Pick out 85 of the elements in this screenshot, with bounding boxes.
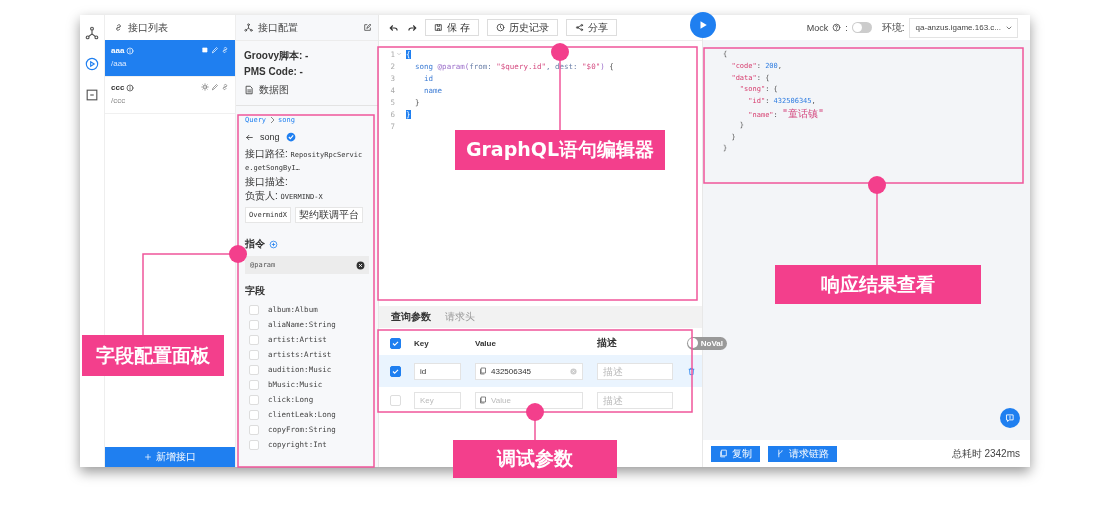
interface-name: aaa <box>111 46 125 55</box>
tag: 契约联调平台 <box>294 207 363 223</box>
panel-title: 接口配置 <box>258 20 299 35</box>
help-icon <box>832 23 842 32</box>
callout-dot <box>526 403 544 421</box>
bug-icon <box>201 83 209 91</box>
toolbar-button[interactable]: 分享 <box>565 19 617 36</box>
redo-icon[interactable] <box>407 22 417 33</box>
callout-label: 调试参数 <box>453 440 617 478</box>
action-button[interactable]: 请求链路 <box>768 445 837 462</box>
share-icon <box>574 23 584 32</box>
trash-icon[interactable] <box>687 366 696 376</box>
key-field[interactable]: Key <box>414 391 461 409</box>
checkbox[interactable] <box>390 337 401 349</box>
graph-icon[interactable] <box>85 26 99 40</box>
run-button[interactable] <box>690 12 716 38</box>
graph-icon <box>244 23 253 32</box>
play-icon[interactable] <box>85 57 99 71</box>
environment-label: 环境: <box>881 20 905 35</box>
callout-dot <box>868 176 886 194</box>
edit-icon <box>363 23 372 32</box>
add-circle-icon[interactable] <box>269 239 278 249</box>
pencil-icon <box>211 83 219 91</box>
info-icon <box>126 83 135 92</box>
separator: : <box>845 22 848 33</box>
file-icon <box>244 85 254 95</box>
close-icon[interactable] <box>356 260 365 270</box>
environment-select[interactable]: qa-anzus.igame.163.c... <box>908 17 1018 38</box>
key-field[interactable]: id <box>414 362 461 380</box>
link-icon <box>114 23 123 32</box>
chat-button[interactable] <box>1000 408 1020 428</box>
section-title: 指令 <box>245 237 265 251</box>
interface-item[interactable]: ccc /ccc <box>105 77 235 114</box>
value-field[interactable]: Value <box>475 391 583 409</box>
callout-dot <box>229 245 247 263</box>
column-header: Value <box>475 338 497 348</box>
interface-name: ccc <box>111 83 125 92</box>
elapsed-time: 总耗时 2342ms <box>951 446 1020 461</box>
interface-item[interactable]: aaa /aaa <box>105 40 235 77</box>
panel-title: 接口列表 <box>128 20 168 35</box>
undo-icon[interactable] <box>389 22 399 33</box>
mock-switch[interactable] <box>851 22 872 33</box>
value-field[interactable]: 432506345 <box>475 362 583 380</box>
config-info: Groovy脚本: - <box>244 50 310 61</box>
action-button[interactable]: 复制 <box>711 445 760 462</box>
copy-icon <box>479 396 487 404</box>
info-icon <box>126 46 135 55</box>
tab[interactable]: 查询参数 <box>391 310 431 324</box>
callout-label: GraphQL语句编辑器 <box>455 130 665 170</box>
checkbox[interactable] <box>390 365 401 377</box>
plus-icon <box>144 453 152 461</box>
toolbar-button[interactable]: 历史记录 <box>486 19 558 36</box>
link-icon <box>221 83 229 91</box>
chat-icon <box>1005 413 1015 423</box>
config-info: PMS Code: - <box>244 66 304 77</box>
type-name: song <box>260 132 280 142</box>
callout-label: 响应结果查看 <box>775 265 981 304</box>
back-arrow-icon <box>245 132 254 142</box>
clear-icon[interactable] <box>570 367 577 375</box>
link-icon <box>221 46 229 54</box>
copy-icon <box>479 367 487 375</box>
column-header: Key <box>414 338 430 348</box>
play-icon <box>698 20 708 30</box>
save-icon <box>434 23 443 32</box>
section-title: 数据图 <box>259 83 289 97</box>
interface-path: /aaa <box>111 59 128 68</box>
clock-icon <box>495 23 505 32</box>
section-title: 字段 <box>245 284 265 298</box>
chevron-icon <box>269 116 276 124</box>
toolbar-button[interactable]: 保 存 <box>425 19 479 36</box>
info-row-text: 接口描述: <box>245 176 289 188</box>
column-header: 描述 <box>597 336 618 350</box>
check-badge-icon <box>285 132 296 142</box>
document-icon[interactable] <box>85 88 99 102</box>
interface-path: /ccc <box>111 96 127 105</box>
mock-label: Mock <box>806 22 829 33</box>
description-field[interactable]: 描述 <box>597 362 673 380</box>
callout-label: 字段配置面板 <box>82 335 224 376</box>
copy-icon <box>719 449 728 458</box>
branch-icon <box>776 449 785 458</box>
pencil-icon <box>211 46 219 54</box>
description-field[interactable]: 描述 <box>597 391 673 409</box>
fold-icon <box>396 51 402 57</box>
callout-dot <box>551 43 569 61</box>
add-interface-button[interactable]: 新增接口 <box>105 447 235 467</box>
